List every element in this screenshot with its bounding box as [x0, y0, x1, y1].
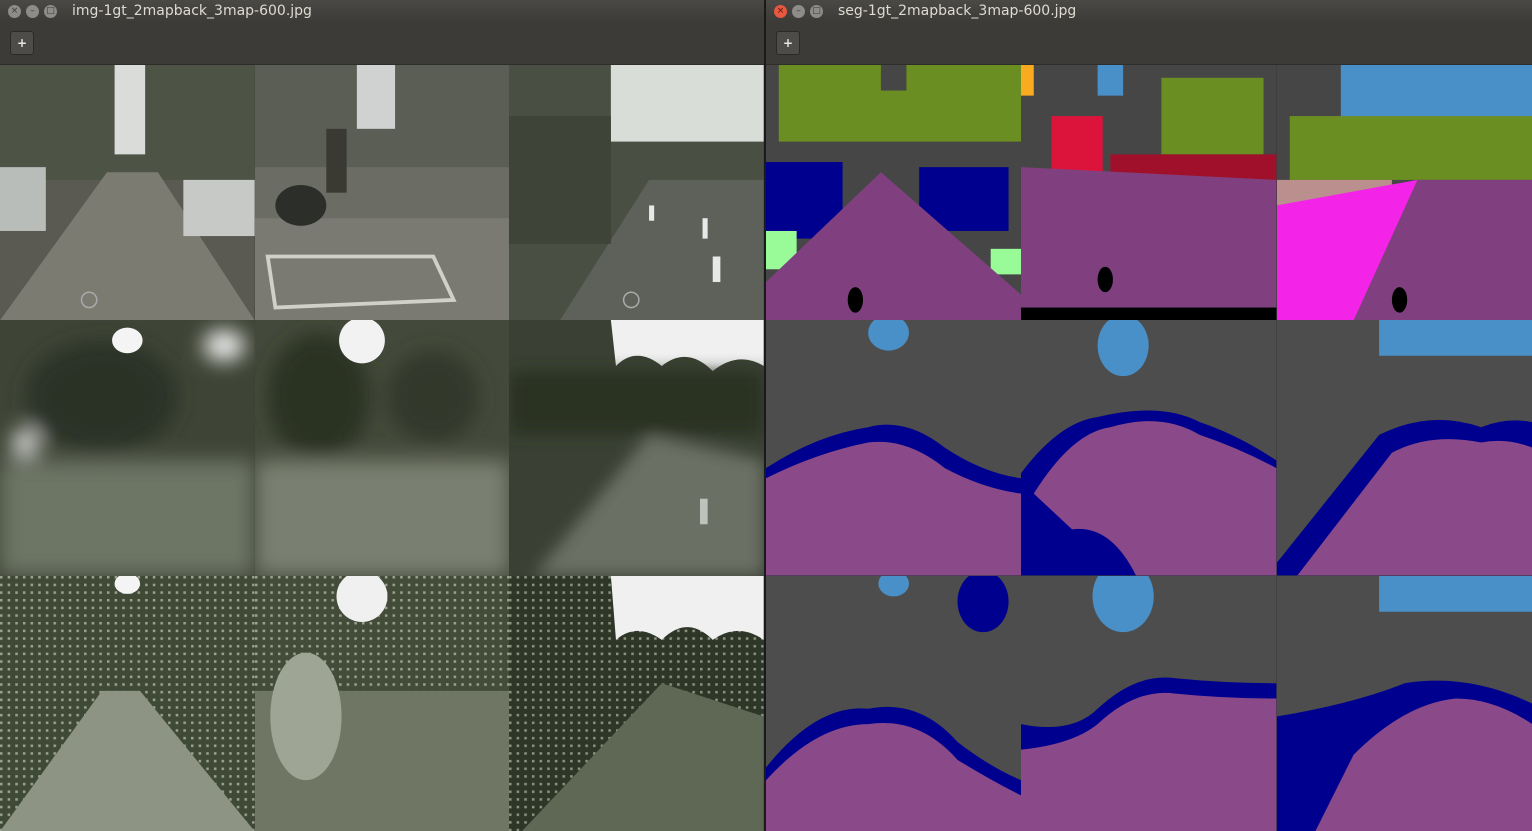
predicted-segmentation [1021, 320, 1277, 576]
predicted-segmentation [1021, 575, 1277, 831]
image-viewer-window-left: × – □ img-1gt_2mapback_3map-600.jpg + [0, 0, 764, 831]
maximize-button[interactable]: □ [44, 4, 57, 18]
minimize-button[interactable]: – [26, 4, 39, 18]
image-grid [0, 65, 764, 831]
segmentation-map [1021, 65, 1277, 321]
predicted-segmentation [1276, 320, 1532, 576]
toolbar: + [766, 22, 1532, 65]
toolbar: + [0, 22, 764, 65]
title-bar: × – □ seg-1gt_2mapback_3map-600.jpg [766, 0, 1532, 22]
image-viewer-window-right: × – □ seg-1gt_2mapback_3map-600.jpg + [766, 0, 1532, 831]
generated-noisy-photo [254, 575, 510, 831]
generated-blurry-photo [509, 320, 764, 576]
maximize-button[interactable]: □ [810, 4, 823, 18]
real-street-photo [509, 65, 764, 321]
plus-square-icon[interactable]: + [776, 31, 800, 55]
window-title: img-1gt_2mapback_3map-600.jpg [72, 3, 312, 19]
predicted-segmentation [1276, 575, 1532, 831]
predicted-segmentation [766, 320, 1022, 576]
title-bar: × – □ img-1gt_2mapback_3map-600.jpg [0, 0, 764, 22]
real-street-photo [254, 65, 510, 321]
close-button[interactable]: × [8, 4, 21, 18]
minimize-button[interactable]: – [792, 4, 805, 18]
segmentation-grid [766, 65, 1532, 831]
close-button[interactable]: × [774, 4, 787, 18]
generated-noisy-photo [509, 575, 764, 831]
real-street-photo [0, 65, 255, 321]
segmentation-map [1276, 65, 1532, 321]
generated-blurry-photo [254, 320, 510, 576]
generated-noisy-photo [0, 575, 255, 831]
generated-blurry-photo [0, 320, 255, 576]
segmentation-map [766, 65, 1022, 321]
window-title: seg-1gt_2mapback_3map-600.jpg [838, 3, 1077, 19]
plus-square-icon[interactable]: + [10, 31, 34, 55]
predicted-segmentation [766, 575, 1022, 831]
